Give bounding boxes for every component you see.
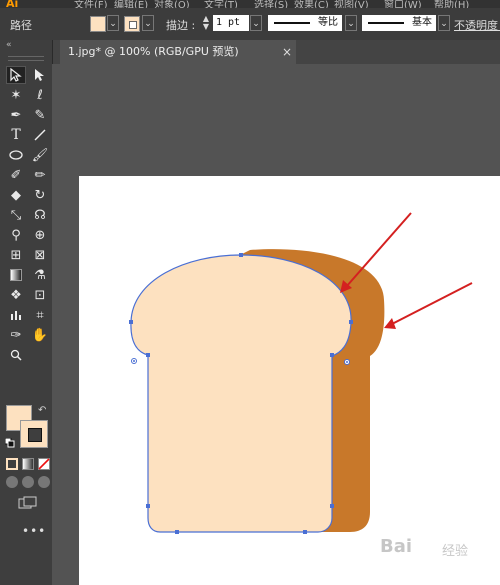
corner-widget-dot bbox=[346, 361, 348, 363]
watermark-text: Bai bbox=[380, 536, 413, 557]
artwork-layer bbox=[129, 212, 473, 534]
bread-front-shape[interactable] bbox=[130, 254, 352, 533]
baidu-watermark: Bai 经验 bbox=[380, 536, 490, 564]
corner-widget-dot bbox=[133, 360, 135, 362]
anchor-point[interactable] bbox=[330, 353, 334, 357]
anchor-point[interactable] bbox=[129, 320, 133, 324]
anchor-point[interactable] bbox=[239, 253, 243, 257]
anchor-point[interactable] bbox=[303, 530, 307, 534]
arrow-line-lower bbox=[391, 282, 473, 325]
anchor-point[interactable] bbox=[330, 504, 334, 508]
anchor-point[interactable] bbox=[349, 320, 353, 324]
watermark-subtext: 经验 bbox=[442, 544, 469, 559]
arrow-line-upper bbox=[345, 212, 412, 288]
anchor-point[interactable] bbox=[146, 353, 150, 357]
anchor-point[interactable] bbox=[175, 530, 179, 534]
anchor-point[interactable] bbox=[146, 504, 150, 508]
